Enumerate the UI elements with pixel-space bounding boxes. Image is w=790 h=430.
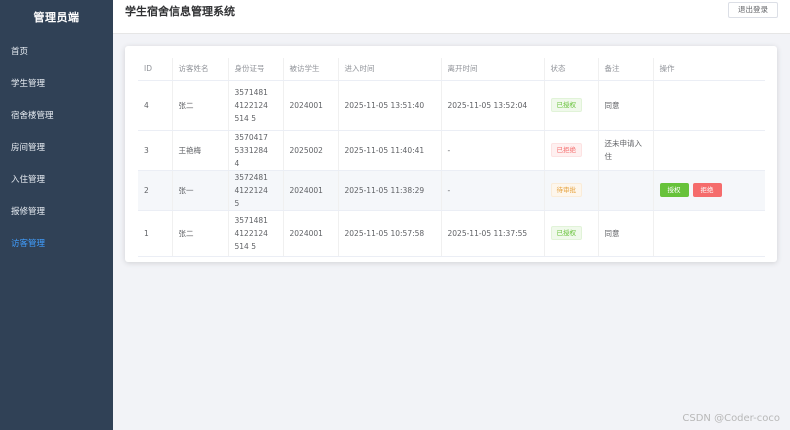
- column-header-student: 被访学生: [283, 58, 339, 81]
- column-header-enter-time: 进入时间: [338, 58, 442, 81]
- cell-status: 已拒绝: [544, 130, 599, 171]
- sidebar-item-students[interactable]: 学生管理: [0, 68, 113, 100]
- sidebar: 管理员端 首页 学生管理 宿舍楼管理 房间管理 入住管理 报修管理 访客管理: [0, 0, 113, 430]
- visitor-table-card: ID 访客姓名 身份证号 被访学生 进入时间 离开时间 状态 备注 操作 4 张…: [125, 46, 777, 262]
- cell-idcard: 357248141221245: [228, 170, 284, 211]
- cell-actions: [653, 210, 765, 257]
- cell-visitor-name: 张二: [172, 210, 229, 257]
- table-row: 1 张二 35714814122124514 5 2024001 2025-11…: [138, 210, 765, 257]
- sidebar-item-buildings[interactable]: 宿舍楼管理: [0, 100, 113, 132]
- table-row: 3 王艳梅 357041753312844 2025002 2025-11-05…: [138, 130, 765, 171]
- status-badge: 已授权: [550, 98, 582, 112]
- cell-student: 2024001: [283, 80, 339, 131]
- column-header-status: 状态: [544, 58, 599, 81]
- table-row: 4 张二 35714814122124514 5 2024001 2025-11…: [138, 80, 765, 131]
- cell-id: 4: [138, 80, 173, 131]
- cell-visitor-name: 王艳梅: [172, 130, 229, 171]
- sidebar-item-visitors[interactable]: 访客管理: [0, 228, 113, 260]
- cell-idcard: 35714814122124514 5: [228, 210, 284, 257]
- idcard-text: 357248141221245: [234, 172, 268, 208]
- approve-button[interactable]: 授权: [659, 183, 689, 197]
- cell-enter-time: 2025-11-05 11:38:29: [338, 170, 442, 211]
- cell-student: 2024001: [283, 210, 339, 257]
- table-header-row: ID 访客姓名 身份证号 被访学生 进入时间 离开时间 状态 备注 操作: [138, 58, 765, 81]
- reject-button[interactable]: 拒绝: [692, 183, 722, 197]
- cell-note: [598, 170, 654, 211]
- idcard-text: 35714814122124514 5: [234, 87, 268, 123]
- cell-visitor-name: 张一: [172, 170, 229, 211]
- sidebar-title: 管理员端: [33, 11, 80, 24]
- status-badge: 已授权: [550, 226, 582, 240]
- cell-idcard: 357041753312844: [228, 130, 284, 171]
- cell-id: 1: [138, 210, 173, 257]
- cell-idcard: 35714814122124514 5: [228, 80, 284, 131]
- visitor-table: ID 访客姓名 身份证号 被访学生 进入时间 离开时间 状态 备注 操作 4 张…: [138, 58, 765, 257]
- note-text: 还未申请入住: [604, 139, 643, 161]
- cell-note: 同意: [598, 80, 654, 131]
- cell-enter-time: 2025-11-05 13:51:40: [338, 80, 442, 131]
- cell-status: 已授权: [544, 80, 599, 131]
- cell-note: 同意: [598, 210, 654, 257]
- sidebar-item-checkin[interactable]: 入住管理: [0, 164, 113, 196]
- column-header-note: 备注: [598, 58, 654, 81]
- cell-status: 待审批: [544, 170, 599, 211]
- page-title: 学生宿舍信息管理系统: [125, 5, 235, 18]
- status-badge: 待审批: [550, 183, 582, 197]
- column-header-id: ID: [138, 58, 173, 81]
- column-header-visitor-name: 访客姓名: [172, 58, 229, 81]
- table-row: 2 张一 357248141221245 2024001 2025-11-05 …: [138, 170, 765, 211]
- top-header: 学生宿舍信息管理系统 退出登录: [113, 0, 790, 34]
- cell-student: 2025002: [283, 130, 339, 171]
- cell-actions: 授权 拒绝: [653, 170, 765, 211]
- cell-id: 2: [138, 170, 173, 211]
- cell-leave-time: 2025-11-05 13:52:04: [441, 80, 545, 131]
- logout-button[interactable]: 退出登录: [728, 2, 778, 18]
- cell-leave-time: 2025-11-05 11:37:55: [441, 210, 545, 257]
- idcard-text: 35714814122124514 5: [234, 215, 268, 251]
- cell-actions: [653, 80, 765, 131]
- sidebar-item-rooms[interactable]: 房间管理: [0, 132, 113, 164]
- column-header-idcard: 身份证号: [228, 58, 284, 81]
- cell-visitor-name: 张二: [172, 80, 229, 131]
- cell-actions: [653, 130, 765, 171]
- cell-enter-time: 2025-11-05 10:57:58: [338, 210, 442, 257]
- sidebar-item-repairs[interactable]: 报修管理: [0, 196, 113, 228]
- status-badge: 已拒绝: [550, 143, 582, 157]
- idcard-text: 357041753312844: [234, 132, 268, 168]
- cell-id: 3: [138, 130, 173, 171]
- cell-note: 还未申请入住: [598, 130, 654, 171]
- column-header-leave-time: 离开时间: [441, 58, 545, 81]
- cell-enter-time: 2025-11-05 11:40:41: [338, 130, 442, 171]
- sidebar-menu: 首页 学生管理 宿舍楼管理 房间管理 入住管理 报修管理 访客管理: [0, 36, 113, 260]
- watermark: CSDN @Coder-coco: [682, 413, 780, 424]
- column-header-actions: 操作: [653, 58, 765, 81]
- cell-student: 2024001: [283, 170, 339, 211]
- cell-leave-time: -: [441, 170, 545, 211]
- sidebar-item-home[interactable]: 首页: [0, 36, 113, 68]
- cell-status: 已授权: [544, 210, 599, 257]
- cell-leave-time: -: [441, 130, 545, 171]
